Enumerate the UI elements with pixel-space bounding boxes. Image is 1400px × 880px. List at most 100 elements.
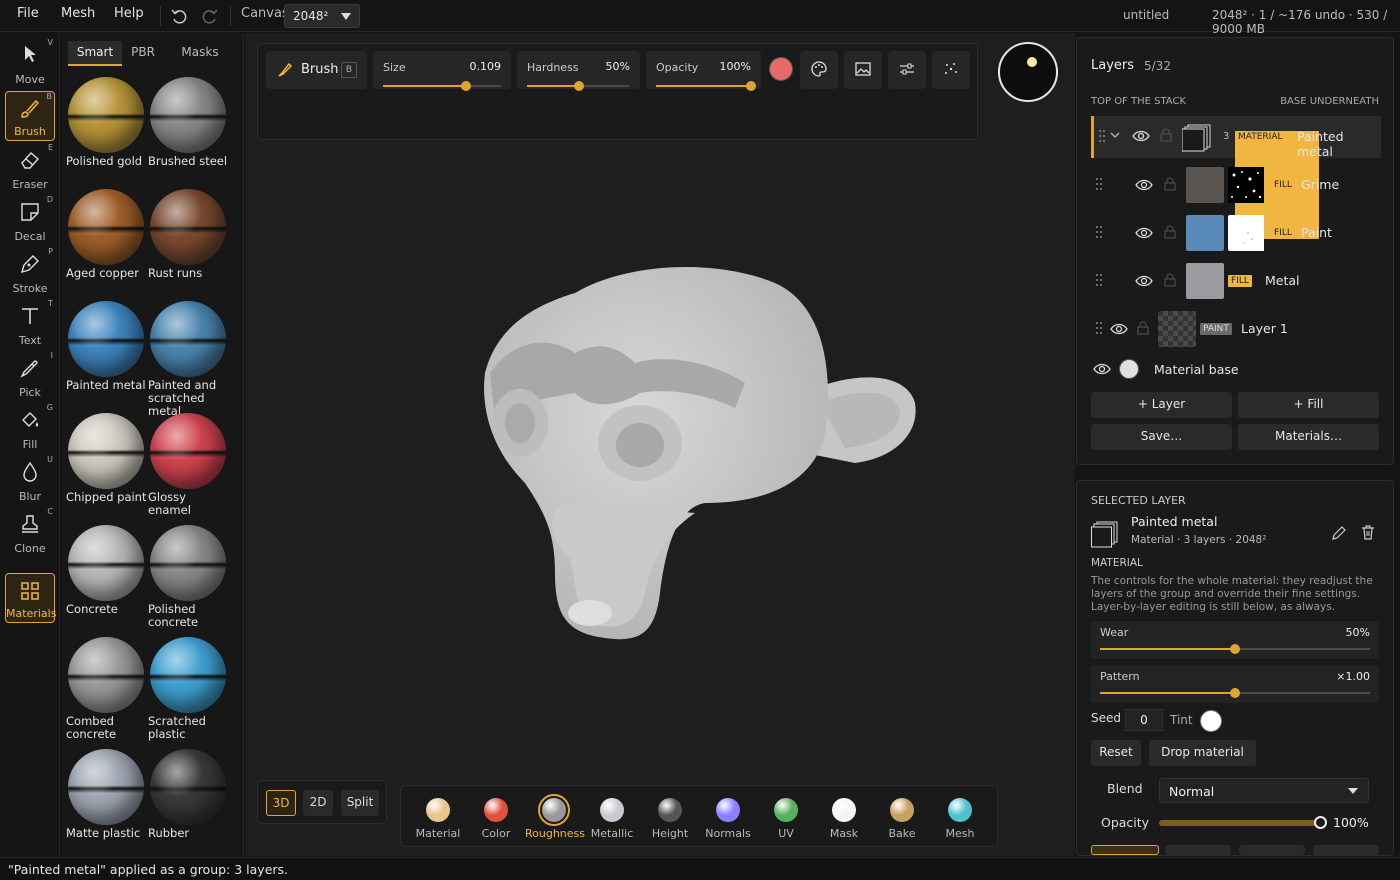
light-direction-handle[interactable] <box>1027 57 1037 67</box>
reset-button[interactable]: Reset <box>1091 740 1141 766</box>
blend-select[interactable]: Normal <box>1159 778 1369 803</box>
tool-materials[interactable]: Materials <box>5 573 56 623</box>
pattern-slider[interactable]: Pattern ×1.00 <box>1091 665 1379 703</box>
menu-help[interactable]: Help <box>114 6 144 21</box>
tab-pbr[interactable]: PBR <box>122 41 164 66</box>
drag-handle-icon[interactable] <box>1095 273 1103 287</box>
material-swatch[interactable]: Scratched plastic <box>148 637 232 745</box>
material-swatch[interactable]: Rubber <box>148 749 232 857</box>
hardness-slider[interactable]: Hardness 50% <box>517 51 640 91</box>
material-swatch[interactable]: Painted metal <box>66 301 150 409</box>
tool-move[interactable]: Move V <box>5 38 55 88</box>
channel-color[interactable]: Color <box>467 794 525 844</box>
pattern-handle[interactable] <box>1230 688 1240 698</box>
material-swatch[interactable]: Rust runs <box>148 189 232 297</box>
size-handle[interactable] <box>460 81 471 91</box>
tint-swatch[interactable] <box>1200 710 1222 732</box>
material-swatch[interactable]: Concrete <box>66 525 150 633</box>
material-swatch[interactable]: Aged copper <box>66 189 150 297</box>
layer-row-group[interactable]: 3 MATERIAL Painted metal <box>1091 116 1381 239</box>
opacity-slider[interactable]: Opacity 100% <box>646 51 761 91</box>
pencil-icon[interactable] <box>1331 525 1347 544</box>
tool-brush[interactable]: Brush B <box>5 91 55 141</box>
tool-fill[interactable]: Fill G <box>5 403 55 453</box>
tab-masks[interactable]: Masks <box>176 41 224 66</box>
layer-row-paint[interactable]: FILL Paint <box>1091 212 1381 254</box>
partial-button[interactable] <box>1091 845 1159 855</box>
tool-stroke[interactable]: Stroke P <box>5 247 55 297</box>
drag-handle-icon[interactable] <box>1095 177 1103 191</box>
3d-viewport[interactable] <box>245 33 1075 856</box>
image-button[interactable] <box>844 51 882 89</box>
view-mode-2d[interactable]: 2D <box>303 790 333 816</box>
lock-icon[interactable] <box>1160 128 1172 145</box>
save-button[interactable]: Save… <box>1091 424 1232 450</box>
tool-pick[interactable]: Pick I <box>5 351 55 401</box>
scatter-button[interactable] <box>932 51 970 89</box>
layer-opacity-slider[interactable] <box>1159 816 1327 829</box>
wear-slider[interactable]: Wear 50% <box>1091 621 1379 659</box>
lock-icon[interactable] <box>1164 273 1176 290</box>
material-swatch[interactable]: Chipped paint <box>66 413 150 521</box>
view-mode-3d[interactable]: 3D <box>266 790 296 816</box>
menu-mesh[interactable]: Mesh <box>61 6 95 21</box>
material-swatch[interactable]: Polished gold <box>66 77 150 185</box>
channel-roughness[interactable]: Roughness <box>525 794 585 844</box>
wear-handle[interactable] <box>1230 644 1240 654</box>
light-compass[interactable] <box>998 42 1058 102</box>
tool-decal[interactable]: Decal D <box>5 195 55 245</box>
opacity-handle[interactable] <box>746 81 756 91</box>
eye-icon[interactable] <box>1135 177 1153 196</box>
tool-clone[interactable]: Clone C <box>5 507 55 557</box>
eye-icon[interactable] <box>1135 225 1153 244</box>
lock-icon[interactable] <box>1137 321 1149 338</box>
eye-icon[interactable] <box>1132 128 1150 147</box>
partial-button[interactable] <box>1239 845 1305 855</box>
layer-opacity-handle[interactable] <box>1314 816 1327 829</box>
undo-icon[interactable] <box>167 4 191 28</box>
channel-metallic[interactable]: Metallic <box>583 794 641 844</box>
channel-mesh[interactable]: Mesh <box>931 794 989 844</box>
layer-row-base[interactable]: Material base <box>1091 350 1381 388</box>
lock-icon[interactable] <box>1164 177 1176 194</box>
partial-button[interactable] <box>1313 845 1379 855</box>
drag-handle-icon[interactable] <box>1098 129 1106 143</box>
partial-button[interactable] <box>1165 845 1231 855</box>
eye-icon[interactable] <box>1093 361 1111 380</box>
trash-icon[interactable] <box>1360 524 1376 543</box>
mask-thumbnail[interactable] <box>1228 167 1266 203</box>
eye-icon[interactable] <box>1110 321 1128 340</box>
tool-blur[interactable]: Blur U <box>5 455 55 505</box>
base-color-swatch[interactable] <box>1119 359 1139 379</box>
material-swatch[interactable]: Combed concrete <box>66 637 150 745</box>
drop-material-button[interactable]: Drop material <box>1149 740 1256 766</box>
mask-thumbnail[interactable] <box>1228 215 1266 251</box>
fill-color-thumbnail[interactable] <box>1186 263 1224 299</box>
redo-icon[interactable] <box>198 4 222 28</box>
fill-color-thumbnail[interactable] <box>1186 215 1224 251</box>
material-swatch[interactable]: Brushed steel <box>148 77 232 185</box>
palette-button[interactable] <box>800 51 838 89</box>
channel-bake[interactable]: Bake <box>873 794 931 844</box>
size-slider[interactable]: Size 0.109 <box>373 51 511 91</box>
drag-handle-icon[interactable] <box>1095 225 1103 239</box>
tool-text[interactable]: Text T <box>5 299 55 349</box>
hardness-handle[interactable] <box>573 81 584 91</box>
eye-icon[interactable] <box>1135 273 1153 292</box>
add-fill-button[interactable]: + Fill <box>1238 392 1379 418</box>
channel-uv[interactable]: UV <box>757 794 815 844</box>
material-swatch[interactable]: Matte plastic <box>66 749 150 857</box>
material-swatch[interactable]: Glossy enamel <box>148 413 232 521</box>
channel-mask[interactable]: Mask <box>815 794 873 844</box>
menu-file[interactable]: File <box>17 6 39 21</box>
brush-chip[interactable]: Brush B <box>266 51 367 89</box>
view-mode-split[interactable]: Split <box>341 790 379 816</box>
layer-row-grime[interactable]: FILL Grime <box>1091 164 1381 206</box>
material-swatch[interactable]: Polished concrete <box>148 525 232 633</box>
tab-smart[interactable]: Smart <box>68 41 122 66</box>
fill-color-thumbnail[interactable] <box>1186 167 1224 203</box>
tool-eraser[interactable]: Eraser E <box>5 143 55 193</box>
channel-height[interactable]: Height <box>641 794 699 844</box>
seed-input[interactable] <box>1125 709 1163 731</box>
drag-handle-icon[interactable] <box>1095 321 1103 335</box>
